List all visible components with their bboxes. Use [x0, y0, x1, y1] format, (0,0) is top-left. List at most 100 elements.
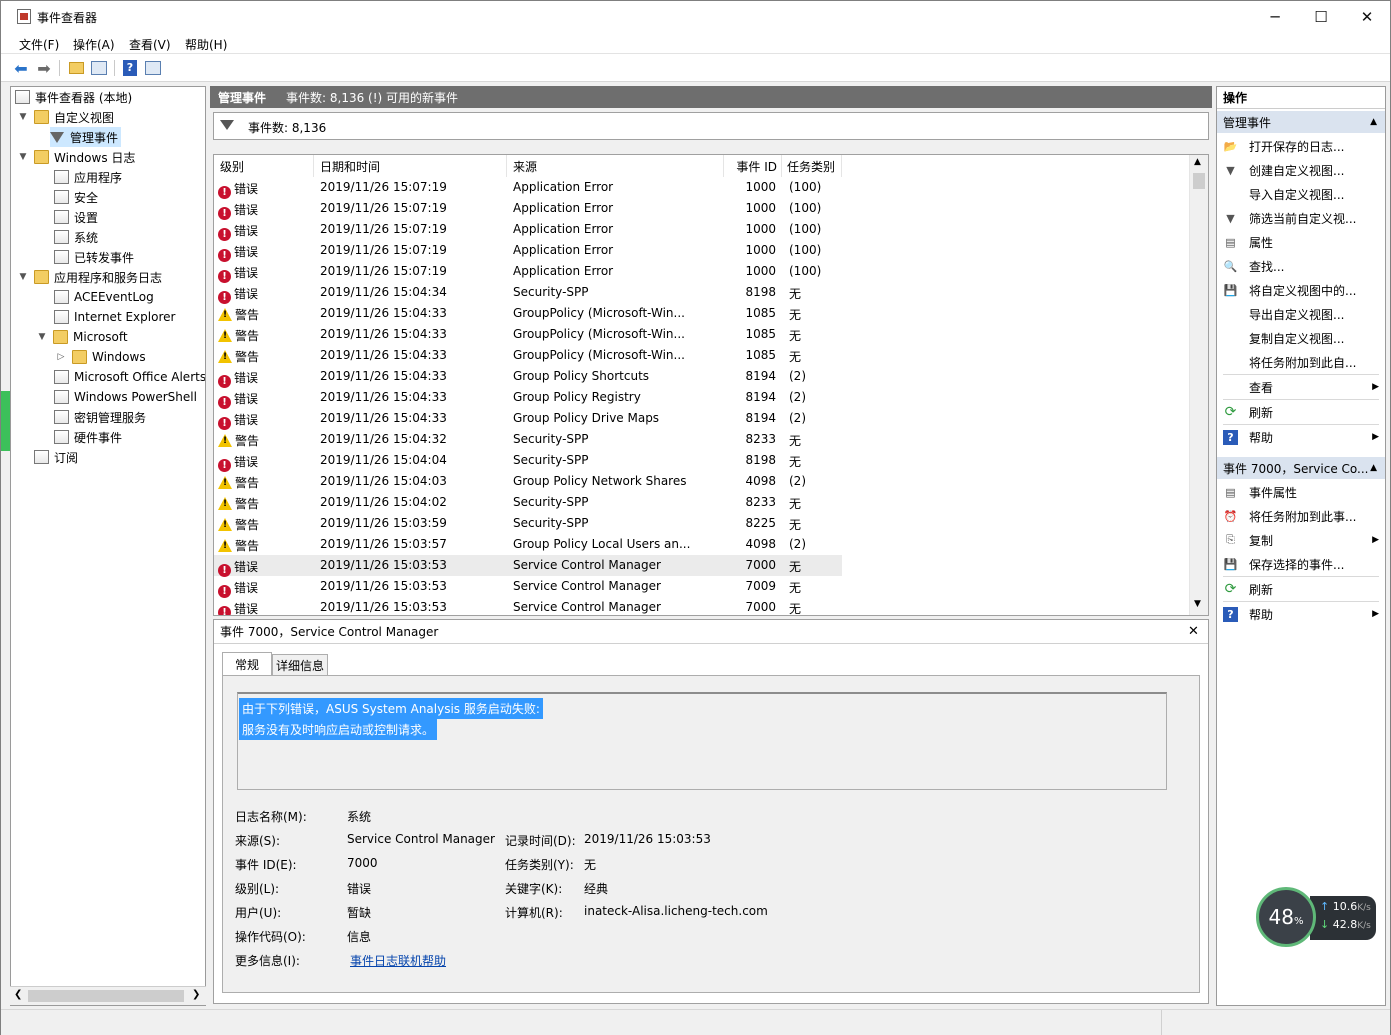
tree-managed-events[interactable]: 管理事件	[50, 127, 122, 147]
tab-general[interactable]: 常规	[222, 652, 272, 676]
tree-application-log[interactable]: 应用程序	[54, 167, 122, 187]
scroll-thumb[interactable]	[28, 990, 184, 1002]
tree-setup-log[interactable]: 设置	[54, 207, 98, 227]
column-task-category[interactable]: 任务类别	[782, 155, 842, 177]
tree-internet-explorer[interactable]: Internet Explorer	[54, 307, 175, 327]
tree-system-log[interactable]: 系统	[54, 227, 98, 247]
navigation-tree[interactable]: 事件查看器 (本地) ▼ 自定义视图 管理事件 ▼ Windows 日志 应用程序 …	[10, 86, 206, 1006]
table-row[interactable]: 警告 2019/11/26 15:04:33 GroupPolicy (Micros…	[214, 324, 842, 345]
table-row[interactable]: ! 错误 2019/11/26 15:04:04 Security-SPP 8198 无	[214, 450, 842, 472]
menu-help[interactable]: 帮助(H)	[185, 36, 227, 53]
events-vertical-scrollbar[interactable]: ▲ ▼	[1189, 155, 1208, 615]
action-item[interactable]: ▼ 创建自定义视图...	[1217, 158, 1385, 182]
close-detail-icon[interactable]: ✕	[1188, 624, 1199, 639]
tree-office-alerts[interactable]: Microsoft Office Alerts	[54, 367, 205, 387]
actions-group-managed-events[interactable]: 管理事件 ▲	[1217, 111, 1385, 133]
table-row[interactable]: ! 错误 2019/11/26 15:04:33 Group Policy Drive…	[214, 408, 842, 430]
help-icon[interactable]: ?	[121, 59, 139, 77]
column-source[interactable]: 来源	[507, 155, 724, 177]
online-help-link[interactable]: 事件日志联机帮助	[350, 952, 446, 969]
menu-action[interactable]: 操作(A)	[73, 36, 115, 53]
collapse-icon[interactable]: ▼	[36, 332, 48, 342]
action-item[interactable]: ⎘ 复制 ▶	[1217, 528, 1385, 552]
action-item[interactable]: 🔍 查找...	[1217, 254, 1385, 278]
column-event-id[interactable]: 事件 ID	[724, 155, 782, 177]
event-description[interactable]: 由于下列错误，ASUS System Analysis 服务启动失败: 服务没有…	[237, 692, 1167, 790]
events-table[interactable]: 级别 日期和时间 来源 事件 ID 任务类别 ! 错误 2019/11/26 15:…	[213, 154, 1209, 616]
tree-ace-event-log[interactable]: ACEEventLog	[54, 287, 154, 307]
table-row[interactable]: ! 错误 2019/11/26 15:07:19 Application Error 1…	[214, 177, 842, 199]
forward-arrow-icon[interactable]: ➡	[35, 59, 53, 78]
tree-app-service-logs[interactable]: ▼ 应用程序和服务日志	[17, 267, 162, 287]
table-row[interactable]: ! 错误 2019/11/26 15:04:34 Security-SPP 8198 无	[214, 282, 842, 304]
title-bar[interactable]: 事件查看器 ─ ☐ ✕	[1, 1, 1390, 32]
tree-custom-views[interactable]: ▼ 自定义视图	[17, 107, 114, 127]
table-row[interactable]: ! 错误 2019/11/26 15:07:19 Application Error 1…	[214, 219, 842, 241]
scroll-down-icon[interactable]: ▼	[1194, 599, 1201, 609]
close-button[interactable]: ✕	[1344, 1, 1390, 32]
tree-horizontal-scrollbar[interactable]: ❮ ❯	[10, 986, 206, 1005]
table-row[interactable]: ! 错误 2019/11/26 15:04:33 Group Policy Regis…	[214, 387, 842, 409]
tree-windows-logs[interactable]: ▼ Windows 日志	[17, 147, 135, 167]
table-row[interactable]: 警告 2019/11/26 15:04:33 GroupPolicy (Micros…	[214, 303, 842, 324]
tree-root[interactable]: 事件查看器 (本地)	[15, 87, 132, 107]
collapse-icon[interactable]: ▼	[17, 272, 29, 282]
action-item[interactable]: ▤ 事件属性	[1217, 480, 1385, 504]
tree-forwarded-events[interactable]: 已转发事件	[54, 247, 134, 267]
collapse-group-icon[interactable]: ▲	[1370, 117, 1377, 127]
column-datetime[interactable]: 日期和时间	[314, 155, 507, 177]
table-row[interactable]: ! 错误 2019/11/26 15:03:53 Service Control Ma…	[214, 555, 842, 577]
column-level[interactable]: 级别	[214, 155, 314, 177]
table-row[interactable]: ! 错误 2019/11/26 15:07:19 Application Error 1…	[214, 261, 842, 283]
tree-powershell[interactable]: Windows PowerShell	[54, 387, 197, 407]
tree-security-log[interactable]: 安全	[54, 187, 98, 207]
table-row[interactable]: 警告 2019/11/26 15:04:02 Security-SPP 8233 无	[214, 492, 842, 513]
action-item[interactable]: ▤ 属性	[1217, 230, 1385, 254]
maximize-button[interactable]: ☐	[1298, 1, 1344, 32]
collapse-icon[interactable]: ▼	[17, 152, 29, 162]
table-row[interactable]: 警告 2019/11/26 15:04:33 GroupPolicy (Micros…	[214, 345, 842, 366]
action-item[interactable]: ? 帮助 ▶	[1217, 425, 1385, 449]
action-item[interactable]: 将任务附加到此自...	[1217, 350, 1385, 374]
action-item[interactable]: 💾 保存选择的事件...	[1217, 552, 1385, 576]
action-item[interactable]: 💾 将自定义视图中的...	[1217, 278, 1385, 302]
table-row[interactable]: 警告 2019/11/26 15:03:59 Security-SPP 8225 无	[214, 513, 842, 534]
minimize-button[interactable]: ─	[1252, 1, 1298, 32]
action-item[interactable]: 复制自定义视图...	[1217, 326, 1385, 350]
network-monitor-widget[interactable]: ↑ 10.6K/s ↓ 42.8K/s 48%	[1256, 887, 1378, 949]
actions-group-event[interactable]: 事件 7000，Service Co... ▲	[1217, 457, 1385, 479]
scroll-up-icon[interactable]: ▲	[1194, 157, 1201, 167]
show-hide-action-pane-icon[interactable]	[144, 59, 162, 77]
tree-microsoft[interactable]: ▼ Microsoft	[36, 327, 128, 347]
up-folder-icon[interactable]	[67, 59, 85, 77]
scroll-left-icon[interactable]: ❮	[14, 989, 22, 1000]
tree-key-management[interactable]: 密钥管理服务	[54, 407, 146, 427]
action-item[interactable]: 查看 ▶	[1217, 375, 1385, 399]
table-row[interactable]: 警告 2019/11/26 15:04:03 Group Policy Networ…	[214, 471, 842, 492]
collapse-group-icon[interactable]: ▲	[1370, 463, 1377, 473]
tree-windows[interactable]: ▷ Windows	[55, 347, 146, 367]
scroll-right-icon[interactable]: ❯	[192, 989, 200, 1000]
table-row[interactable]: ! 错误 2019/11/26 15:04:33 Group Policy Short…	[214, 366, 842, 388]
action-item[interactable]: ⟳ 刷新	[1217, 577, 1385, 601]
tree-hardware-events[interactable]: 硬件事件	[54, 427, 122, 447]
action-item[interactable]: 导入自定义视图...	[1217, 182, 1385, 206]
expand-icon[interactable]: ▷	[55, 352, 67, 362]
back-arrow-icon[interactable]: ⬅	[12, 59, 30, 78]
table-row[interactable]: ! 错误 2019/11/26 15:07:19 Application Error 1…	[214, 240, 842, 262]
scroll-thumb[interactable]	[1193, 173, 1205, 189]
action-item[interactable]: ? 帮助 ▶	[1217, 602, 1385, 626]
table-row[interactable]: ! 错误 2019/11/26 15:03:53 Service Control Ma…	[214, 576, 842, 598]
table-row[interactable]: 警告 2019/11/26 15:03:57 Group Policy Local …	[214, 534, 842, 555]
action-item[interactable]: ▼ 筛选当前自定义视...	[1217, 206, 1385, 230]
action-item[interactable]: 📂 打开保存的日志...	[1217, 134, 1385, 158]
tree-subscriptions[interactable]: 订阅	[34, 447, 78, 467]
action-item[interactable]: ⟳ 刷新	[1217, 400, 1385, 424]
tab-details[interactable]: 详细信息	[272, 654, 328, 676]
action-item[interactable]: 导出自定义视图...	[1217, 302, 1385, 326]
action-item[interactable]: ⏰ 将任务附加到此事...	[1217, 504, 1385, 528]
menu-view[interactable]: 查看(V)	[129, 36, 171, 53]
menu-file[interactable]: 文件(F)	[19, 36, 59, 53]
table-row[interactable]: ! 错误 2019/11/26 15:07:19 Application Error 1…	[214, 198, 842, 220]
table-row[interactable]: ! 错误 2019/11/26 15:03:53 Service Control Ma…	[214, 597, 842, 615]
